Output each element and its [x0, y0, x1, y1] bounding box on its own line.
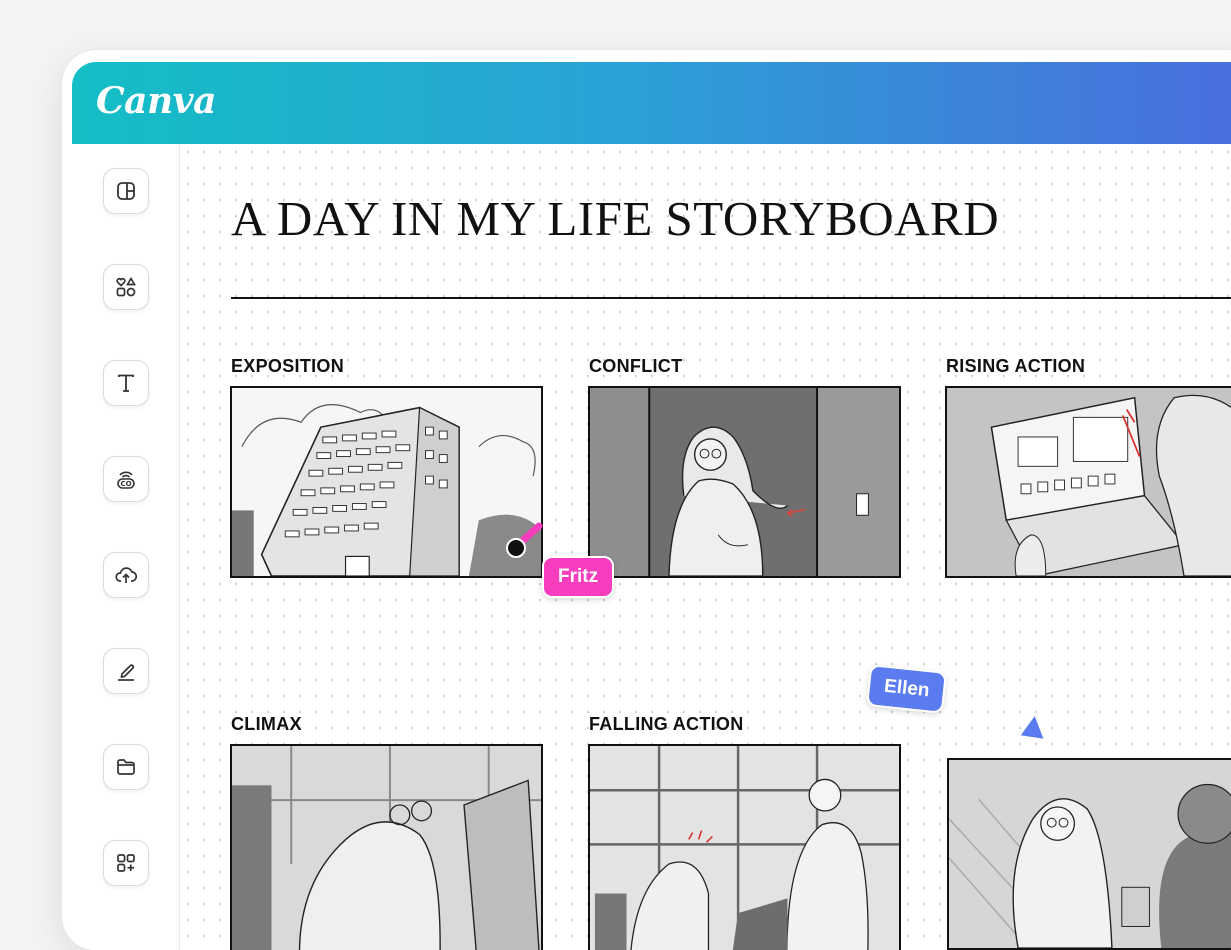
storyboard-frame-climax[interactable]: [230, 744, 543, 950]
title-divider: [231, 297, 1231, 299]
frame-label-exposition[interactable]: EXPOSITION: [231, 356, 344, 377]
cloud-upload-icon: [114, 563, 138, 587]
building-sketch-image: [232, 388, 541, 576]
collaborator-tag-fritz: Fritz: [542, 556, 614, 598]
climax-sketch-image: [232, 746, 541, 950]
brand-co-icon: CO: [114, 467, 138, 491]
ellen-cursor-icon: [1015, 710, 1049, 744]
collaborator-tag-ellen: Ellen: [866, 664, 947, 714]
design-layout-icon: [114, 179, 138, 203]
storyboard-title[interactable]: A DAY IN MY LIFE STORYBOARD: [231, 190, 999, 247]
elevator-sketch-image: [590, 388, 899, 576]
frame-label-falling-action[interactable]: FALLING ACTION: [589, 714, 744, 735]
text-button[interactable]: [103, 360, 149, 406]
svg-text:CO: CO: [120, 480, 131, 488]
storyboard-frame-exposition[interactable]: [230, 386, 543, 578]
design-layout-button[interactable]: [103, 168, 149, 214]
sidebar: CO: [72, 144, 180, 950]
uploads-button[interactable]: [103, 552, 149, 598]
apps-add-icon: [114, 851, 138, 875]
apps-button[interactable]: [103, 840, 149, 886]
laptop-sketch-image: [947, 388, 1231, 576]
brand-button[interactable]: CO: [103, 456, 149, 502]
frame-label-rising-action[interactable]: RISING ACTION: [946, 356, 1085, 377]
draw-button[interactable]: [103, 648, 149, 694]
top-bar: Canva: [72, 62, 1231, 144]
fritz-cursor-icon: [505, 520, 545, 562]
storyboard-frame-rising-action[interactable]: [945, 386, 1231, 578]
canva-editor-window: Canva CO A DAY IN MY LIFE STORYBOARD: [62, 50, 1231, 950]
draw-pen-icon: [114, 659, 138, 683]
frame-label-conflict[interactable]: CONFLICT: [589, 356, 682, 377]
storyboard-frame-falling-action[interactable]: [588, 744, 901, 950]
design-canvas[interactable]: A DAY IN MY LIFE STORYBOARD EXPOSITION C…: [180, 144, 1231, 950]
elements-button[interactable]: [103, 264, 149, 310]
storyboard-frame-conflict[interactable]: [588, 386, 901, 578]
falling-action-sketch-image: [590, 746, 899, 950]
projects-button[interactable]: [103, 744, 149, 790]
folder-icon: [114, 755, 138, 779]
canva-logo[interactable]: Canva: [96, 80, 216, 122]
text-icon: [114, 371, 138, 395]
surprised-sketch-image: [949, 760, 1231, 948]
elements-shapes-icon: [114, 275, 138, 299]
frame-label-climax[interactable]: CLIMAX: [231, 714, 302, 735]
storyboard-frame-6[interactable]: [947, 758, 1231, 950]
